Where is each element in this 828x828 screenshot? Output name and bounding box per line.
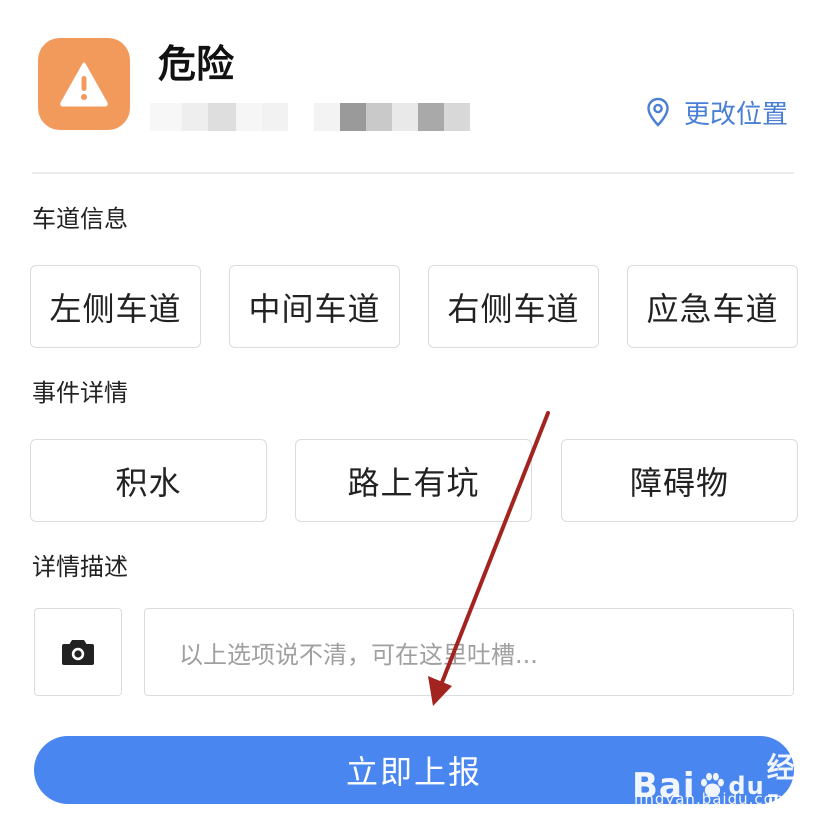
warning-triangle-icon (60, 62, 108, 107)
change-location-link[interactable]: 更改位置 (646, 94, 788, 130)
lane-option-left[interactable]: 左侧车道 (30, 265, 201, 348)
event-option-water[interactable]: 积水 (30, 439, 267, 522)
watermark-logo: Bai du 经验 (632, 746, 816, 826)
page-title: 危险 (158, 42, 235, 86)
event-option-obstacle[interactable]: 障碍物 (561, 439, 798, 522)
lane-section-label: 车道信息 (32, 205, 128, 233)
lane-option-middle[interactable]: 中间车道 (229, 265, 400, 348)
description-section-label: 详情描述 (32, 553, 128, 581)
watermark: Bai du 经验 jingyan.baidu.com (632, 738, 816, 824)
lane-option-emergency[interactable]: 应急车道 (627, 265, 798, 348)
location-pin-icon (646, 97, 670, 127)
change-location-label: 更改位置 (683, 99, 788, 130)
event-section-label: 事件详情 (32, 379, 128, 407)
watermark-url: jingyan.baidu.com (634, 790, 790, 808)
lane-option-right[interactable]: 右侧车道 (428, 265, 599, 348)
redacted-address (150, 103, 470, 131)
watermark-suffix: 经验 (766, 751, 796, 824)
warning-badge (38, 38, 130, 130)
divider (32, 172, 794, 174)
add-photo-button[interactable] (34, 608, 122, 696)
event-option-pothole[interactable]: 路上有坑 (295, 439, 532, 522)
description-input[interactable]: 以上选项说不清，可在这里吐槽... (144, 608, 794, 696)
camera-icon (62, 640, 94, 665)
